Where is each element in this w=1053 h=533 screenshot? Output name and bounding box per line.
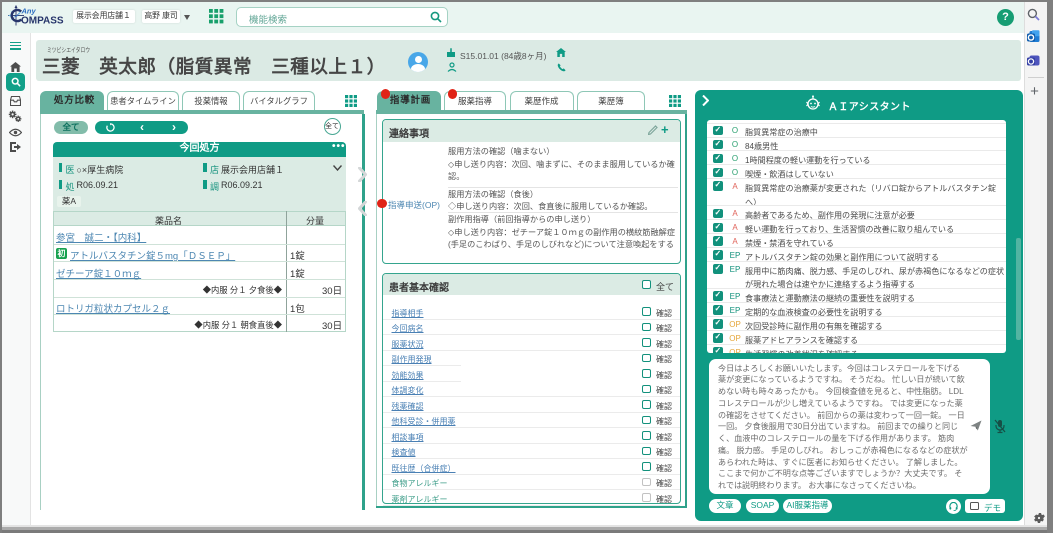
svg-text:Any: Any — [21, 7, 37, 16]
svg-text:OMPASS: OMPASS — [21, 15, 64, 26]
